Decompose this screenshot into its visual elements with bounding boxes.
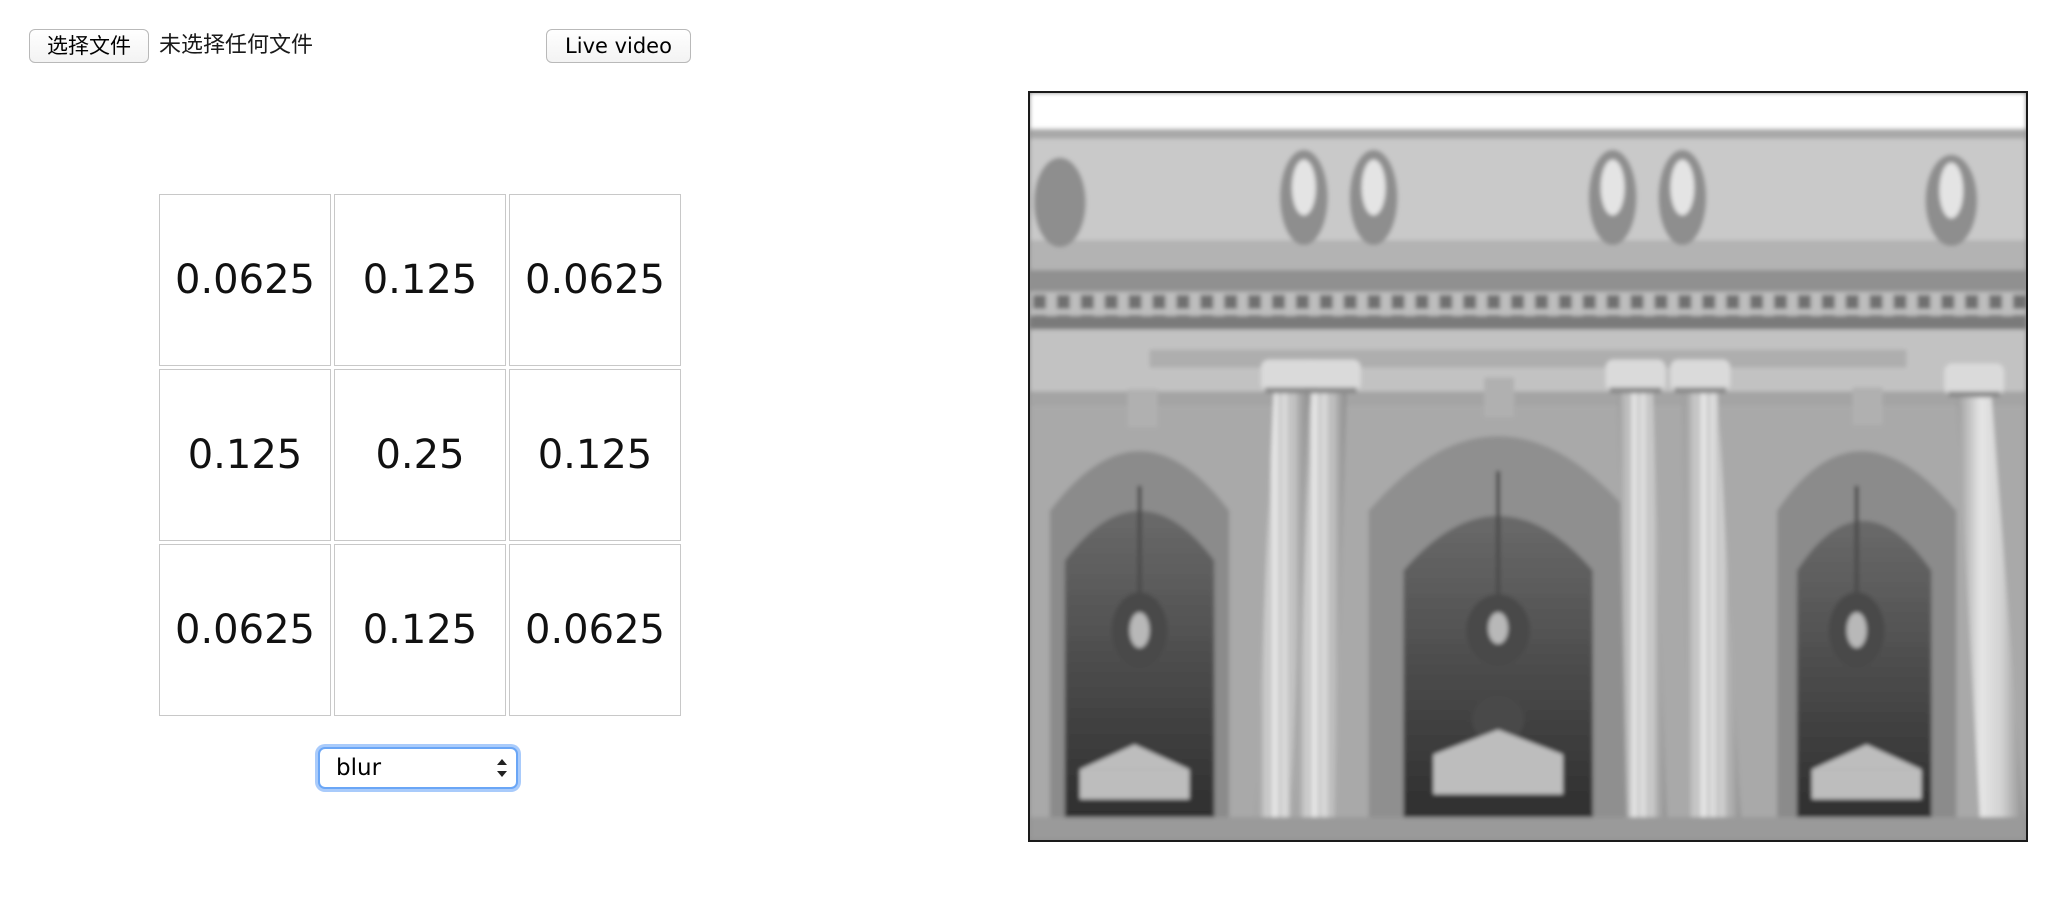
kernel-cell[interactable]: 0.0625 [509,194,681,366]
page: 选择文件 未选择任何文件 Live video 0.0625 0.125 0.0… [0,0,2054,910]
kernel-cell[interactable]: 0.125 [334,544,506,716]
kernel-row: 0.0625 0.125 0.0625 [159,544,681,716]
kernel-matrix: 0.0625 0.125 0.0625 0.125 0.25 0.125 0.0… [156,191,684,719]
kernel-cell[interactable]: 0.125 [334,194,506,366]
kernel-cell[interactable]: 0.125 [509,369,681,541]
kernel-cell[interactable]: 0.0625 [509,544,681,716]
kernel-cell[interactable]: 0.125 [159,369,331,541]
kernel-row: 0.0625 0.125 0.0625 [159,194,681,366]
building-photo [1030,93,2026,840]
choose-file-button[interactable]: 选择文件 [29,29,149,63]
filter-select-value: blur [336,755,382,781]
file-status-text: 未选择任何文件 [159,33,314,58]
kernel-cell[interactable]: 0.0625 [159,194,331,366]
kernel-row: 0.125 0.25 0.125 [159,369,681,541]
output-canvas [1028,91,2028,842]
updown-chevron-icon [497,759,507,777]
live-video-button[interactable]: Live video [546,29,691,63]
filter-select[interactable]: blur [318,747,518,789]
kernel-cell[interactable]: 0.0625 [159,544,331,716]
kernel-cell[interactable]: 0.25 [334,369,506,541]
